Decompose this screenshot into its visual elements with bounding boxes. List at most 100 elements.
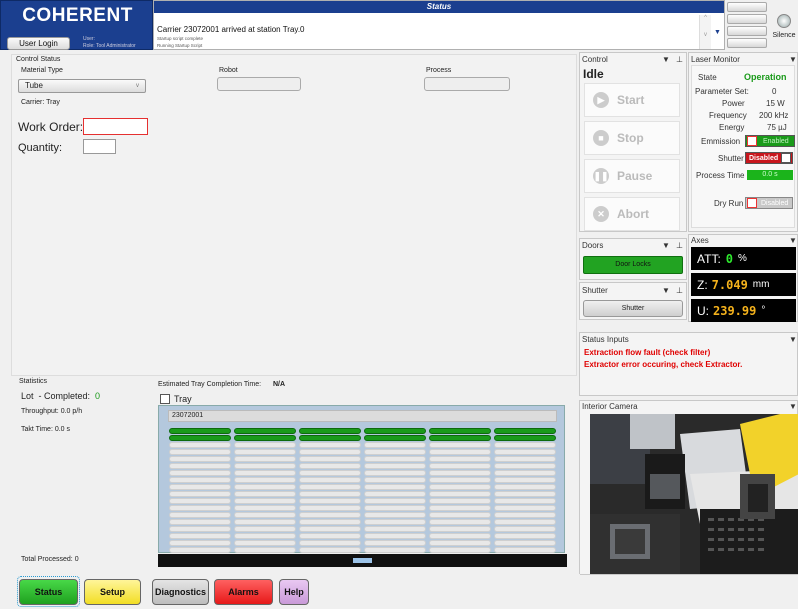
tray-slot[interactable]: [429, 519, 491, 525]
tray-slot[interactable]: [234, 512, 296, 518]
silence-button[interactable]: Silence: [770, 0, 798, 50]
tray-slot[interactable]: [364, 526, 426, 532]
tray-scrollbar[interactable]: [158, 554, 567, 567]
tray-slot[interactable]: [429, 540, 491, 546]
tray-slot[interactable]: [364, 540, 426, 546]
tray-slot[interactable]: [429, 456, 491, 462]
tray-slot[interactable]: [299, 512, 361, 518]
tray-slot[interactable]: [234, 470, 296, 476]
tray-slot[interactable]: [234, 442, 296, 448]
tray-slot[interactable]: [429, 470, 491, 476]
tray-slot[interactable]: [364, 491, 426, 497]
tray-slot[interactable]: [234, 428, 296, 434]
tray-slot[interactable]: [169, 491, 231, 497]
tray-slot[interactable]: [299, 505, 361, 511]
tray-slot[interactable]: [494, 512, 556, 518]
tray-slot[interactable]: [429, 491, 491, 497]
tray-slot[interactable]: [364, 484, 426, 490]
status-nav-button[interactable]: Status: [19, 579, 78, 605]
tray-slot[interactable]: [494, 484, 556, 490]
tray-slot[interactable]: [494, 547, 556, 553]
tray-slot[interactable]: [169, 484, 231, 490]
tray-slot[interactable]: [169, 526, 231, 532]
door-locks-button[interactable]: Door Locks: [583, 256, 683, 274]
tray-slot[interactable]: [169, 428, 231, 434]
tray-slot[interactable]: [299, 526, 361, 532]
tray-slot[interactable]: [169, 519, 231, 525]
tray-slot[interactable]: [169, 470, 231, 476]
tray-slot[interactable]: [234, 449, 296, 455]
tray-slot[interactable]: [494, 540, 556, 546]
tray-slot[interactable]: [429, 526, 491, 532]
tray-slot[interactable]: [169, 547, 231, 553]
tray-slot[interactable]: [299, 449, 361, 455]
tray-slot[interactable]: [299, 470, 361, 476]
tray-slot[interactable]: [299, 456, 361, 462]
tray-slot[interactable]: [494, 505, 556, 511]
abort-button[interactable]: ✕ Abort: [584, 197, 680, 231]
shutter-button[interactable]: Shutter: [583, 300, 683, 317]
tray-slot[interactable]: [364, 435, 426, 441]
alarms-nav-button[interactable]: Alarms: [214, 579, 273, 605]
tray-slot[interactable]: [234, 533, 296, 539]
tray-slot[interactable]: [429, 477, 491, 483]
tray-slot[interactable]: [429, 512, 491, 518]
tray-slot[interactable]: [494, 435, 556, 441]
scroll-up-icon[interactable]: ^: [700, 15, 711, 21]
tray-slot[interactable]: [364, 470, 426, 476]
help-nav-button[interactable]: Help: [279, 579, 309, 605]
tray-slot[interactable]: [169, 435, 231, 441]
tray-slot[interactable]: [234, 435, 296, 441]
tray-slot[interactable]: [494, 498, 556, 504]
tray-slot[interactable]: [234, 505, 296, 511]
tray-slot[interactable]: [494, 477, 556, 483]
tray-slot[interactable]: [169, 456, 231, 462]
dry-run-toggle[interactable]: Disabled: [745, 197, 793, 209]
stop-button[interactable]: ■ Stop: [584, 121, 680, 155]
tray-slot[interactable]: [299, 477, 361, 483]
tray-slot[interactable]: [299, 435, 361, 441]
tray-slot[interactable]: [429, 428, 491, 434]
tray-checkbox[interactable]: [160, 394, 170, 404]
tray-slot[interactable]: [429, 484, 491, 490]
tray-slot[interactable]: [169, 498, 231, 504]
tray-slot[interactable]: [299, 540, 361, 546]
tray-slot[interactable]: [364, 456, 426, 462]
tray-slot[interactable]: [234, 463, 296, 469]
tray-slot[interactable]: [169, 442, 231, 448]
tray-slot[interactable]: [169, 540, 231, 546]
tray-slot[interactable]: [494, 533, 556, 539]
tray-slot[interactable]: [169, 449, 231, 455]
tray-slot[interactable]: [364, 463, 426, 469]
dropdown-arrow-icon[interactable]: ▼: [789, 402, 797, 411]
tray-slot[interactable]: [429, 505, 491, 511]
tray-slot[interactable]: [299, 498, 361, 504]
pin-icon[interactable]: ⊥: [676, 241, 683, 250]
tray-slot[interactable]: [429, 435, 491, 441]
tray-slot[interactable]: [234, 477, 296, 483]
tray-slot[interactable]: [299, 491, 361, 497]
dropdown-arrow-icon[interactable]: ▼: [789, 55, 797, 64]
pin-icon[interactable]: ⊥: [676, 286, 683, 295]
shutter-toggle[interactable]: Disabled: [745, 152, 793, 164]
tray-slot[interactable]: [364, 505, 426, 511]
tray-slot[interactable]: [234, 491, 296, 497]
pause-button[interactable]: ❚❚ Pause: [584, 159, 680, 193]
tray-slot[interactable]: [234, 540, 296, 546]
tray-slot[interactable]: [429, 463, 491, 469]
tray-slot[interactable]: [169, 463, 231, 469]
dropdown-arrow-icon[interactable]: ▼: [662, 286, 670, 295]
dropdown-arrow-icon[interactable]: ▼: [789, 335, 797, 344]
tray-slot[interactable]: [364, 512, 426, 518]
status-scrollbar[interactable]: ^ v: [699, 15, 711, 49]
emission-toggle[interactable]: Enabled: [745, 135, 795, 147]
tray-slot[interactable]: [494, 428, 556, 434]
tray-slot[interactable]: [494, 463, 556, 469]
tray-scroll-thumb[interactable]: [353, 558, 372, 563]
tray-slot[interactable]: [299, 533, 361, 539]
tray-slot[interactable]: [234, 526, 296, 532]
tray-slot[interactable]: [169, 505, 231, 511]
tray-slot[interactable]: [169, 533, 231, 539]
tray-slot[interactable]: [494, 442, 556, 448]
diagnostics-nav-button[interactable]: Diagnostics: [152, 579, 209, 605]
